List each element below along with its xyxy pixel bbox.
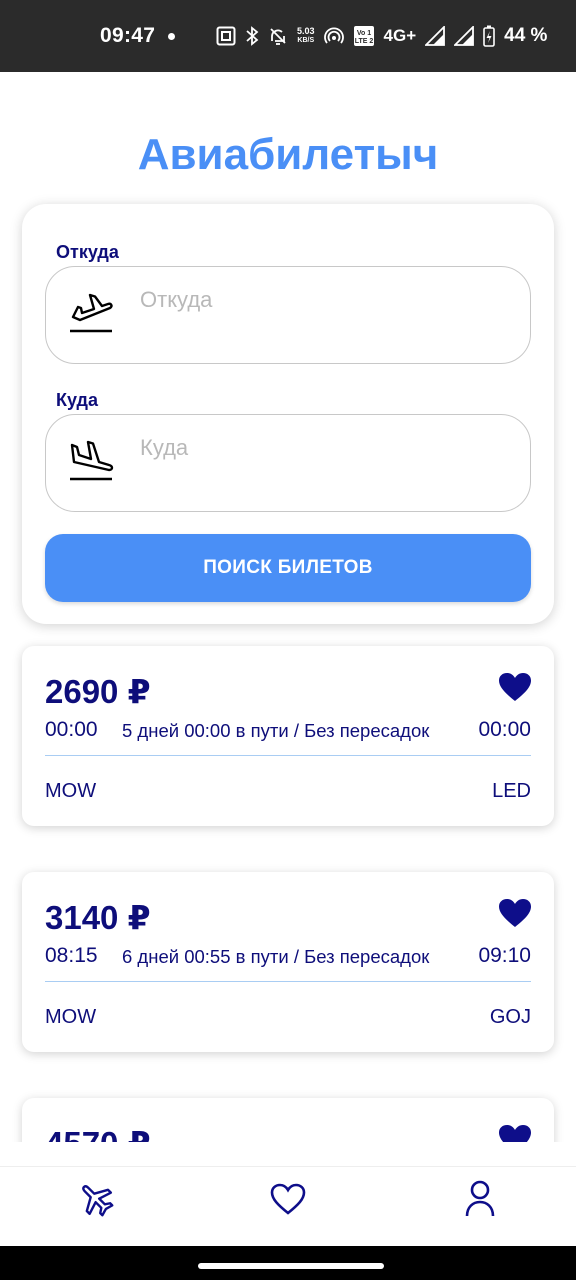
landing-icon (70, 440, 114, 481)
gesture-bar (0, 1246, 576, 1280)
departure-time: 08:15 (45, 944, 98, 967)
ticket-card[interactable]: 4570 ₽ (22, 1098, 554, 1142)
status-bar: 09:47 5.03 KB/S Vo 1 LTE 2 4G+ 44 % (0, 0, 576, 72)
ticket-price: 2690 ₽ (45, 673, 151, 710)
origin-code: MOW (45, 780, 97, 802)
heart-icon (270, 1183, 306, 1215)
trip-duration: 6 дней 00:55 в пути / Без пересадок (122, 946, 430, 967)
favorite-heart-icon[interactable] (498, 1124, 532, 1142)
origin-code: MOW (45, 1006, 97, 1028)
vibrate-off-icon (270, 28, 286, 45)
to-field[interactable] (45, 414, 531, 512)
battery-charging-icon (483, 25, 495, 47)
ticket-card[interactable]: 3140 ₽ 08:15 6 дней 00:55 в пути / Без п… (22, 872, 554, 1052)
net-speed-unit: KB/S (297, 37, 315, 44)
ticket-price: 4570 ₽ (45, 1124, 151, 1142)
nav-profile[interactable] (458, 1177, 502, 1221)
nav-flights[interactable] (74, 1177, 118, 1221)
signal-icon (425, 26, 446, 46)
status-time: 09:47 (100, 24, 156, 47)
departure-time: 00:00 (45, 718, 98, 741)
app-title: Авиабилетыч (137, 130, 439, 179)
net-speed: 5.03 KB/S (297, 27, 315, 45)
battery-percent: 44 % (504, 25, 548, 46)
from-field[interactable] (45, 266, 531, 364)
to-label: Куда (56, 390, 98, 410)
trip-duration: 5 дней 00:00 в пути / Без пересадок (122, 720, 430, 741)
signal-icon (454, 26, 475, 46)
net-speed-value: 5.03 (297, 26, 315, 36)
hotspot-icon (323, 27, 344, 44)
favorite-heart-icon[interactable] (498, 672, 532, 702)
arrival-time: 09:10 (478, 944, 531, 967)
takeoff-icon (70, 293, 113, 333)
search-tickets-button[interactable]: ПОИСК БИЛЕТОВ (45, 534, 531, 602)
network-type: 4G+ (383, 26, 417, 45)
arrival-time: 00:00 (478, 718, 531, 741)
from-label: Откуда (56, 242, 119, 262)
ticket-price: 3140 ₽ (45, 899, 151, 936)
nav-favorites[interactable] (266, 1177, 310, 1221)
notification-dot (168, 33, 175, 40)
home-gesture-handle[interactable] (198, 1263, 384, 1269)
svg-text:LTE 2: LTE 2 (354, 38, 373, 45)
destination-code: LED (492, 780, 531, 802)
destination-code: GOJ (489, 1006, 531, 1028)
svg-text:Vo 1: Vo 1 (356, 30, 370, 37)
bluetooth-icon (246, 26, 259, 46)
ticket-list[interactable]: 2690 ₽ 00:00 5 дней 00:00 в пути / Без п… (0, 630, 576, 1142)
user-icon (465, 1180, 495, 1217)
from-input[interactable] (140, 283, 500, 317)
status-icons: 5.03 KB/S Vo 1 LTE 2 4G+ 44 % (216, 22, 547, 50)
search-card: Откуда Куда ПОИСК БИЛЕТОВ (22, 204, 554, 624)
ticket-divider (45, 755, 531, 756)
ticket-card[interactable]: 2690 ₽ 00:00 5 дней 00:00 в пути / Без п… (22, 646, 554, 826)
bottom-nav (0, 1166, 576, 1246)
ticket-divider (45, 981, 531, 982)
favorite-heart-icon[interactable] (498, 898, 532, 928)
nfc-icon (216, 26, 236, 46)
airplane-icon (82, 1185, 114, 1217)
volte-icon: Vo 1LTE 2 (353, 26, 374, 46)
to-input[interactable] (140, 431, 500, 465)
